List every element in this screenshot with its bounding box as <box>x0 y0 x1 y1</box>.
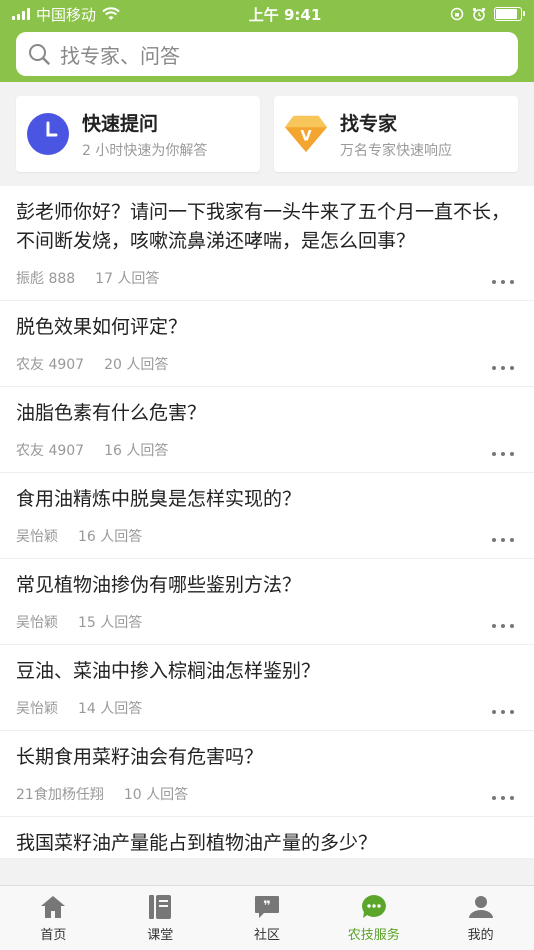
question-text[interactable]: 彭老师你好？请问一下我家有一头牛来了五个月一直不长，不间断发烧，咳嗽流鼻涕还哮喘… <box>16 198 518 256</box>
search-icon <box>29 44 50 65</box>
tab-home[interactable]: 首页 <box>0 886 107 950</box>
tab-classroom[interactable]: 课堂 <box>107 886 214 950</box>
orientation-lock-icon <box>450 7 464 21</box>
question-text[interactable]: 豆油、菜油中掺入棕榈油怎样鉴别？ <box>16 657 518 686</box>
list-item[interactable]: 我国菜籽油产量能占到植物油产量的多少？ <box>0 817 534 859</box>
tab-agri-service[interactable]: 农技服务 <box>320 886 427 950</box>
more-options-icon[interactable] <box>492 366 514 370</box>
question-text[interactable]: 长期食用菜籽油会有危害吗？ <box>16 743 518 772</box>
find-expert-title: 找专家 <box>340 112 398 135</box>
svg-text:❞: ❞ <box>263 899 271 914</box>
answer-count: 16 人回答 <box>78 529 143 545</box>
asker-name: 农友 4907 <box>16 443 85 459</box>
tab-mine[interactable]: 我的 <box>427 886 534 950</box>
find-expert-card[interactable]: V 找专家 万名专家快速响应 <box>274 96 518 172</box>
quick-ask-subtitle: 2 小时快速为你解答 <box>82 142 208 159</box>
tab-community[interactable]: ❞ 社区 <box>214 886 321 950</box>
bottom-tab-bar: 首页 课堂 ❞ 社区 农技服务 我的 <box>0 885 534 950</box>
find-expert-subtitle: 万名专家快速响应 <box>340 142 452 159</box>
svg-text:V: V <box>300 129 312 145</box>
question-text[interactable]: 油脂色素有什么危害？ <box>16 399 518 428</box>
signal-icon <box>12 8 30 20</box>
asker-name: 农友 4907 <box>16 357 85 373</box>
tab-mine-label: 我的 <box>467 927 494 943</box>
quote-bubble-icon: ❞ <box>254 894 280 920</box>
question-text[interactable]: 我国菜籽油产量能占到植物油产量的多少？ <box>16 829 518 858</box>
tab-classroom-label: 课堂 <box>147 927 174 943</box>
question-text[interactable]: 脱色效果如何评定？ <box>16 313 518 342</box>
answer-count: 17 人回答 <box>95 271 160 287</box>
question-text[interactable]: 常见植物油掺伪有哪些鉴别方法？ <box>16 571 518 600</box>
chat-bubble-icon <box>361 894 387 920</box>
asker-name: 吴怡颖 <box>16 615 58 631</box>
vip-diamond-icon: V <box>284 112 328 156</box>
list-item[interactable]: 长期食用菜籽油会有危害吗？ 21食加杨任翔 10 人回答 <box>0 731 534 817</box>
answer-count: 16 人回答 <box>104 443 169 459</box>
carrier-label: 中国移动 <box>36 5 97 24</box>
clock-icon <box>26 112 70 156</box>
more-options-icon[interactable] <box>492 280 514 284</box>
more-options-icon[interactable] <box>492 452 514 456</box>
alarm-icon <box>472 7 486 21</box>
asker-name: 吴怡颖 <box>16 701 58 717</box>
answer-count: 15 人回答 <box>78 615 143 631</box>
tab-home-label: 首页 <box>40 927 67 943</box>
more-options-icon[interactable] <box>492 796 514 800</box>
asker-name: 振彪 888 <box>16 271 76 287</box>
more-options-icon[interactable] <box>492 710 514 714</box>
list-item[interactable]: 脱色效果如何评定？ 农友 4907 20 人回答 <box>0 301 534 387</box>
asker-name: 吴怡颖 <box>16 529 58 545</box>
question-text[interactable]: 食用油精炼中脱臭是怎样实现的？ <box>16 485 518 514</box>
tab-agri-service-label: 农技服务 <box>347 927 400 943</box>
asker-name: 21食加杨任翔 <box>16 787 104 803</box>
search-placeholder[interactable]: 找专家、问答 <box>60 40 180 69</box>
list-item[interactable]: 常见植物油掺伪有哪些鉴别方法？ 吴怡颖 15 人回答 <box>0 559 534 645</box>
list-item[interactable]: 彭老师你好？请问一下我家有一头牛来了五个月一直不长，不间断发烧，咳嗽流鼻涕还哮喘… <box>0 186 534 301</box>
quick-ask-title: 快速提问 <box>82 112 159 135</box>
more-options-icon[interactable] <box>492 538 514 542</box>
answer-count: 20 人回答 <box>104 357 169 373</box>
battery-icon <box>494 7 525 21</box>
wifi-icon <box>102 7 120 20</box>
top-header: 中国移动 上午 9:41 找专家、问答 <box>0 0 534 82</box>
list-item[interactable]: 豆油、菜油中掺入棕榈油怎样鉴别？ 吴怡颖 14 人回答 <box>0 645 534 731</box>
user-icon <box>468 894 494 920</box>
more-options-icon[interactable] <box>492 624 514 628</box>
home-icon <box>40 894 66 920</box>
book-icon <box>148 894 172 920</box>
list-item[interactable]: 油脂色素有什么危害？ 农友 4907 16 人回答 <box>0 387 534 473</box>
status-bar: 中国移动 上午 9:41 <box>0 0 534 28</box>
quick-ask-card[interactable]: 快速提问 2 小时快速为你解答 <box>16 96 260 172</box>
answer-count: 14 人回答 <box>78 701 143 717</box>
quick-actions: 快速提问 2 小时快速为你解答 V 找专家 万名专家快速响应 <box>0 82 534 186</box>
question-list: 彭老师你好？请问一下我家有一头牛来了五个月一直不长，不间断发烧，咳嗽流鼻涕还哮喘… <box>0 186 534 859</box>
tab-community-label: 社区 <box>253 927 280 943</box>
list-item[interactable]: 食用油精炼中脱臭是怎样实现的？ 吴怡颖 16 人回答 <box>0 473 534 559</box>
answer-count: 10 人回答 <box>123 787 189 803</box>
status-time: 上午 9:41 <box>248 5 322 24</box>
search-bar[interactable]: 找专家、问答 <box>16 32 518 76</box>
